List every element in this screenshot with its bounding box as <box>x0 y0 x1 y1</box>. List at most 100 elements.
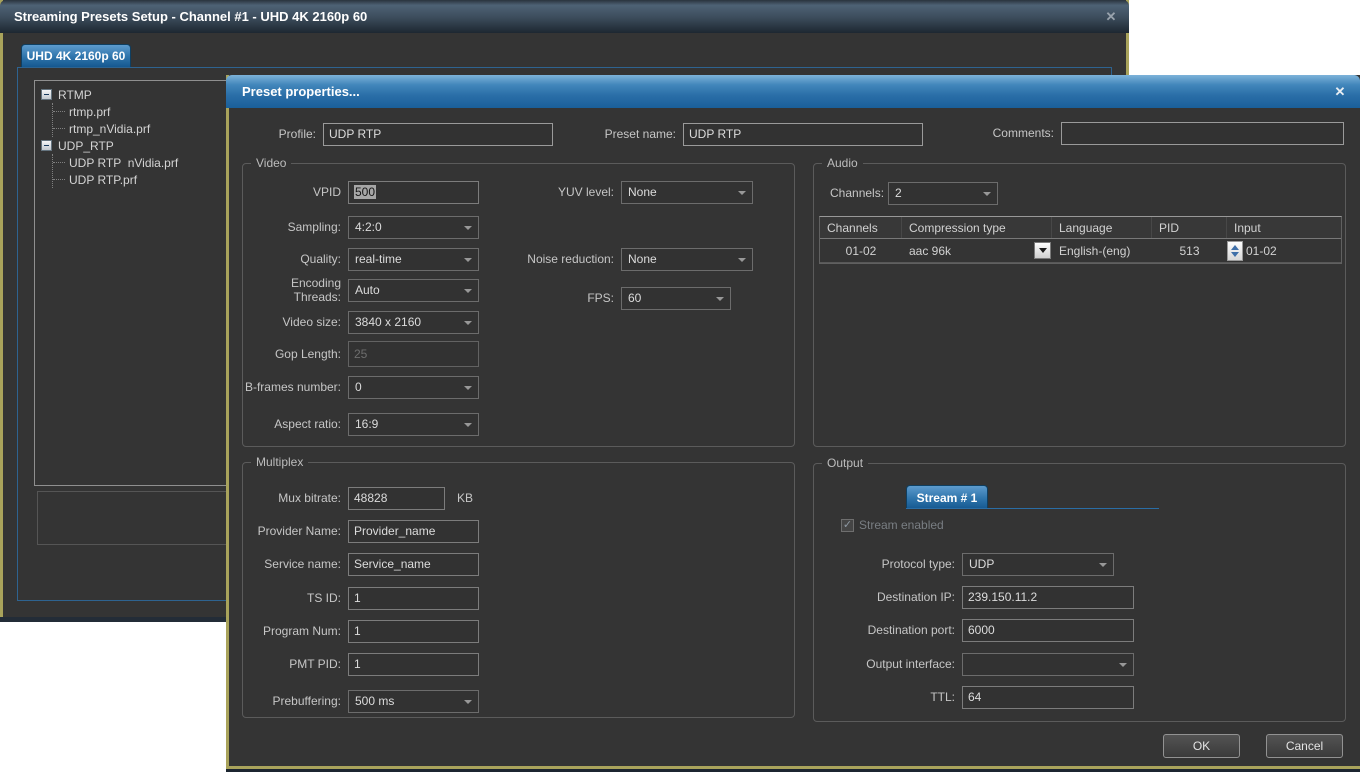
encoding-threads-dropdown[interactable]: Auto <box>348 279 479 302</box>
pmt-pid-label: PMT PID: <box>243 657 348 671</box>
prebuffering-dropdown[interactable]: 500 ms <box>348 690 479 713</box>
yuv-level-dropdown[interactable]: None <box>621 181 753 204</box>
profile-label: Profile: <box>229 127 323 141</box>
program-num-label: Program Num: <box>243 624 348 638</box>
service-name-label: Service name: <box>243 557 348 571</box>
video-size-dropdown[interactable]: 3840 x 2160 <box>348 311 479 334</box>
destination-port-label: Destination port: <box>814 623 962 637</box>
preset-name-input[interactable] <box>683 123 923 146</box>
destination-ip-input[interactable] <box>962 586 1134 609</box>
collapse-icon[interactable] <box>41 89 52 100</box>
dialog-titlebar[interactable]: Preset properties... ✕ <box>226 75 1360 108</box>
ts-id-label: TS ID: <box>243 591 348 605</box>
service-name-input[interactable] <box>348 553 479 576</box>
b-frames-label: B-frames number: <box>243 380 348 394</box>
chevron-down-icon <box>1039 248 1047 253</box>
provider-name-input[interactable] <box>348 520 479 543</box>
tree-node-udp-rtp[interactable]: UDP_RTP <box>41 137 228 154</box>
destination-ip-label: Destination IP: <box>814 590 962 604</box>
noise-reduction-label: Noise reduction: <box>521 252 621 266</box>
cell-channels: 01-02 <box>820 239 902 262</box>
video-group-title: Video <box>251 156 291 170</box>
program-num-input[interactable] <box>348 620 479 643</box>
prebuffering-label: Prebuffering: <box>243 694 348 708</box>
chevron-down-icon <box>1099 563 1107 567</box>
provider-name-label: Provider Name: <box>243 524 348 538</box>
vpid-input[interactable]: 500 <box>348 181 479 204</box>
main-window-titlebar[interactable]: Streaming Presets Setup - Channel #1 - U… <box>0 0 1129 33</box>
sampling-label: Sampling: <box>243 220 348 234</box>
chevron-down-icon <box>738 191 746 195</box>
tree-node-rtmp[interactable]: RTMP <box>41 86 228 103</box>
ts-id-input[interactable] <box>348 587 479 610</box>
aspect-ratio-dropdown[interactable]: 16:9 <box>348 413 479 436</box>
aspect-ratio-label: Aspect ratio: <box>243 417 348 431</box>
audio-group-title: Audio <box>822 156 863 170</box>
chevron-down-icon <box>1119 663 1127 667</box>
chevron-down-icon <box>464 289 472 293</box>
cell-input[interactable]: 01-02 <box>1227 239 1339 262</box>
close-icon[interactable]: ✕ <box>1331 83 1349 101</box>
pmt-pid-input[interactable] <box>348 653 479 676</box>
output-group-title: Output <box>822 456 868 470</box>
col-header-language: Language <box>1052 217 1152 238</box>
audio-channels-dropdown[interactable]: 2 <box>888 182 998 205</box>
quality-label: Quality: <box>243 252 348 266</box>
comments-label: Comments: <box>964 126 1061 140</box>
ttl-label: TTL: <box>814 690 962 704</box>
mux-bitrate-input[interactable] <box>348 487 445 510</box>
dialog-title: Preset properties... <box>242 84 360 99</box>
stream-tab-underline <box>906 508 1159 509</box>
multiplex-group: Multiplex Mux bitrate: KB Provider Name:… <box>242 462 795 718</box>
tab-stream-1[interactable]: Stream # 1 <box>906 485 988 509</box>
input-spinner[interactable] <box>1227 241 1243 261</box>
fps-dropdown[interactable]: 60 <box>621 287 731 310</box>
vpid-selected-text: 500 <box>354 185 376 199</box>
chevron-down-icon <box>464 258 472 262</box>
preset-properties-dialog: Preset properties... ✕ Profile: Preset n… <box>226 75 1360 769</box>
ok-button[interactable]: OK <box>1163 734 1240 758</box>
video-size-label: Video size: <box>243 315 348 329</box>
chevron-down-icon <box>464 321 472 325</box>
video-group: Video VPID 500 Sampling: 4:2:0 Quality: … <box>242 163 795 447</box>
chevron-down-icon <box>464 386 472 390</box>
col-header-compression-type: Compression type <box>902 217 1052 238</box>
col-header-pid: PID <box>1152 217 1227 238</box>
comments-input[interactable] <box>1061 122 1344 145</box>
output-interface-dropdown[interactable] <box>962 653 1134 676</box>
noise-reduction-dropdown[interactable]: None <box>621 248 753 271</box>
table-row[interactable]: 01-02 aac 96k English-(eng) 513 01-02 <box>820 239 1341 263</box>
col-header-input: Input <box>1227 217 1339 238</box>
b-frames-dropdown[interactable]: 0 <box>348 376 479 399</box>
tree-item-udp-rtp-nvidia-prf[interactable]: UDP RTP nVidia.prf <box>53 154 228 171</box>
col-header-channels: Channels <box>820 217 902 238</box>
profile-input[interactable] <box>323 123 553 146</box>
tree-item-rtmp-prf[interactable]: rtmp.prf <box>53 103 228 120</box>
audio-streams-table: Channels Compression type Language PID I… <box>819 216 1342 264</box>
protocol-type-dropdown[interactable]: UDP <box>962 553 1114 576</box>
destination-port-input[interactable] <box>962 619 1134 642</box>
compression-dropdown-button[interactable] <box>1034 242 1051 259</box>
gop-length-label: Gop Length: <box>243 347 348 361</box>
tree-bottom-panel <box>37 491 229 545</box>
stream-enabled-checkbox[interactable]: ✓ <box>841 519 854 532</box>
quality-dropdown[interactable]: real-time <box>348 248 479 271</box>
fps-label: FPS: <box>521 291 621 305</box>
preset-name-label: Preset name: <box>586 127 683 141</box>
output-group: Output Stream # 1 ✓ Stream enabled Proto… <box>813 463 1346 722</box>
cancel-button[interactable]: Cancel <box>1266 734 1343 758</box>
close-icon[interactable]: ✕ <box>1102 8 1120 26</box>
checkmark-icon: ✓ <box>843 519 852 531</box>
chevron-down-icon <box>738 258 746 262</box>
tree-item-udp-rtp-prf[interactable]: UDP RTP.prf <box>53 171 228 188</box>
tab-uhd-4k-2160p-60[interactable]: UHD 4K 2160p 60 <box>21 44 131 67</box>
protocol-type-label: Protocol type: <box>814 557 962 571</box>
ttl-input[interactable] <box>962 686 1134 709</box>
collapse-icon[interactable] <box>41 140 52 151</box>
tree-item-rtmp-nvidia-prf[interactable]: rtmp_nVidia.prf <box>53 120 228 137</box>
chevron-down-icon <box>464 226 472 230</box>
sampling-dropdown[interactable]: 4:2:0 <box>348 216 479 239</box>
cell-compression-type[interactable]: aac 96k <box>902 239 1052 262</box>
mux-bitrate-unit: KB <box>457 491 473 505</box>
yuv-level-label: YUV level: <box>521 185 621 199</box>
